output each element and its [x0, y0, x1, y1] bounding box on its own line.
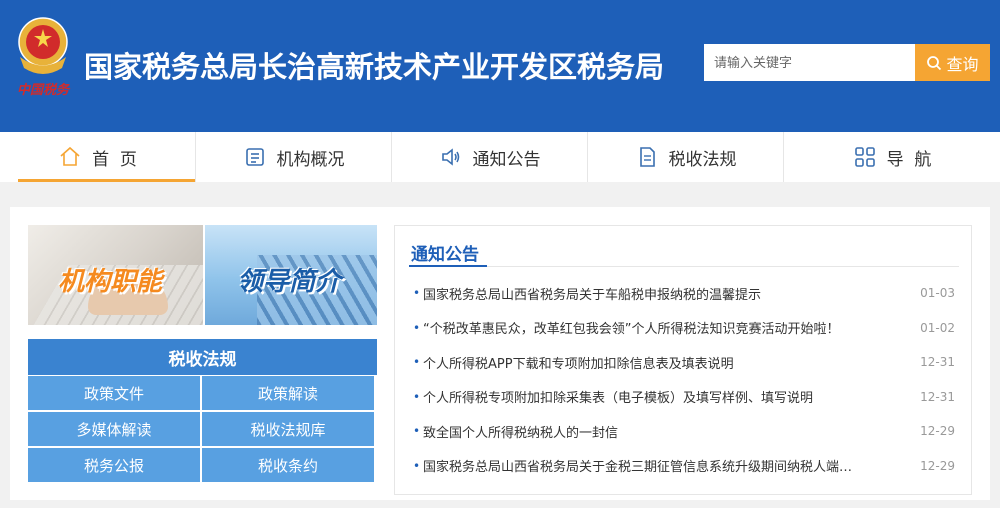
tax-law-panel: 税收法规 政策文件 政策解读 多媒体解读 税收法规库 税务公报 税收条约: [28, 339, 377, 482]
bullet-icon: •: [413, 286, 421, 301]
notice-date: 12-29: [920, 424, 955, 439]
divider-accent: [409, 265, 487, 267]
nav-item-home[interactable]: 首 页: [0, 132, 196, 182]
tax-law-panel-title: 税收法规: [28, 339, 377, 375]
notice-title[interactable]: 国家税务总局山西省税务局关于金税三期征管信息系统升级期间纳税人端…: [423, 456, 915, 475]
bullet-icon: •: [413, 355, 421, 370]
law-link-multimedia[interactable]: 多媒体解读: [28, 412, 200, 446]
nav-item-notices[interactable]: 通知公告: [392, 132, 588, 182]
notice-title[interactable]: 国家税务总局山西省税务局关于车船税申报纳税的温馨提示: [423, 284, 915, 303]
site-title: 国家税务总局长治高新技术产业开发区税务局: [84, 50, 665, 84]
law-link-policy-interpretation[interactable]: 政策解读: [202, 376, 374, 410]
document-icon: [639, 147, 655, 167]
nav-label-tax-law: 税收法规: [668, 149, 737, 170]
nav-item-tax-law[interactable]: 税收法规: [588, 132, 784, 182]
promo-leaders-label: 领导简介: [237, 267, 342, 297]
promo-leaders[interactable]: 领导简介: [205, 225, 377, 325]
notice-item[interactable]: • 个人所得税APP下载和专项附加扣除信息表及填表说明 12-31: [413, 345, 955, 380]
bullet-icon: •: [413, 458, 421, 473]
law-link-tax-treaties[interactable]: 税收条约: [202, 448, 374, 482]
law-link-tax-gazette[interactable]: 税务公报: [28, 448, 200, 482]
nav-label-navigation: 导 航: [886, 149, 932, 170]
promo-functions[interactable]: 机构职能: [28, 225, 203, 325]
law-link-law-library[interactable]: 税收法规库: [202, 412, 374, 446]
notice-item[interactable]: • 个人所得税专项附加扣除采集表（电子模板）及填写样例、填写说明 12-31: [413, 380, 955, 415]
divider: [409, 266, 959, 267]
notice-title[interactable]: 个人所得税专项附加扣除采集表（电子模板）及填写样例、填写说明: [423, 387, 915, 406]
search-input[interactable]: [704, 44, 918, 81]
building-icon: [245, 148, 264, 166]
law-link-policy-docs[interactable]: 政策文件: [28, 376, 200, 410]
nav-label-home: 首 页: [92, 149, 137, 170]
notice-date: 12-31: [920, 389, 955, 404]
notice-title[interactable]: “个税改革惠民众，改革红包我会领”个人所得税法知识竞赛活动开始啦！: [423, 318, 915, 337]
main-content: 机构职能 领导简介 税收法规 政策文件 政策解读 多媒体解读 税收法规库 税务公…: [10, 207, 990, 500]
notice-panel-title[interactable]: 通知公告: [411, 240, 479, 265]
nav-label-organization: 机构概况: [276, 149, 345, 170]
svg-text:中国税务: 中国税务: [17, 82, 71, 98]
notice-title[interactable]: 致全国个人所得税纳税人的一封信: [423, 422, 915, 441]
notice-date: 12-31: [920, 355, 955, 370]
speaker-icon: [441, 148, 459, 166]
bullet-icon: •: [413, 389, 421, 404]
notice-panel: 通知公告 • 国家税务总局山西省税务局关于车船税申报纳税的温馨提示 01-03 • “…: [394, 225, 972, 495]
tax-emblem-logo[interactable]: 中国税务: [12, 12, 74, 100]
nav-item-organization[interactable]: 机构概况: [196, 132, 392, 182]
home-icon: [60, 146, 80, 166]
site-header: 中国税务 国家税务总局长治高新技术产业开发区税务局 查询: [0, 0, 1000, 132]
nav-item-navigation[interactable]: 导 航: [784, 132, 1000, 182]
bullet-icon: •: [413, 424, 421, 439]
search-button-label: 查询: [946, 54, 979, 74]
notice-date: 01-03: [920, 286, 955, 301]
notice-date: 01-02: [920, 320, 955, 335]
notice-item[interactable]: • 国家税务总局山西省税务局关于金税三期征管信息系统升级期间纳税人端… 12-29: [413, 449, 955, 484]
notice-item[interactable]: • 国家税务总局山西省税务局关于车船税申报纳税的温馨提示 01-03: [413, 276, 955, 311]
main-nav: 首 页 机构概况 通知公告 税收法规 导 航: [0, 132, 1000, 182]
notice-date: 12-29: [920, 458, 955, 473]
bullet-icon: •: [413, 320, 421, 335]
notice-item[interactable]: • 致全国个人所得税纳税人的一封信 12-29: [413, 414, 955, 449]
nav-label-notices: 通知公告: [472, 149, 541, 170]
grid-icon: [854, 147, 875, 167]
search-button[interactable]: 查询: [915, 44, 990, 81]
notice-item[interactable]: • “个税改革惠民众，改革红包我会领”个人所得税法知识竞赛活动开始啦！ 01-02: [413, 311, 955, 346]
promo-functions-label: 机构职能: [58, 267, 163, 297]
notice-title[interactable]: 个人所得税APP下载和专项附加扣除信息表及填表说明: [423, 353, 915, 372]
search-icon: [927, 55, 942, 70]
